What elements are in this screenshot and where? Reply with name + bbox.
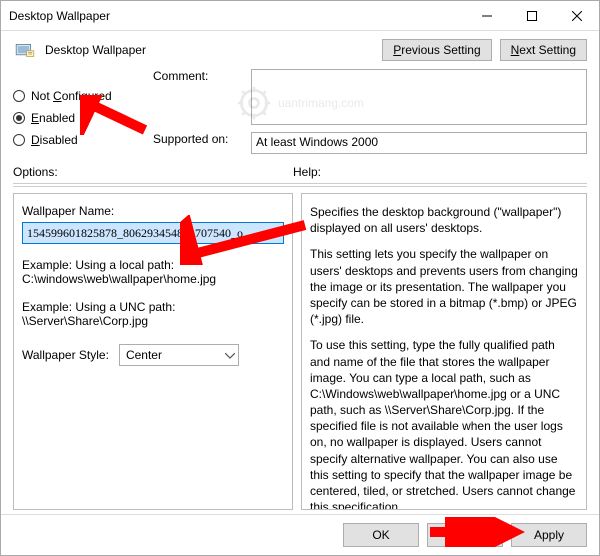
example-unc-path: \\Server\Share\Corp.jpg: [22, 314, 284, 328]
comment-label: Comment:: [153, 69, 243, 83]
minimize-button[interactable]: [464, 1, 509, 31]
example-local-path: C:\windows\web\wallpaper\home.jpg: [22, 272, 284, 286]
chevron-down-icon: [225, 348, 235, 362]
cancel-button[interactable]: Cancel: [427, 523, 503, 547]
options-panel: Wallpaper Name: Example: Using a local p…: [13, 193, 293, 510]
wallpaper-name-input[interactable]: [22, 222, 284, 244]
supported-on-text: At least Windows 2000: [251, 132, 587, 154]
help-text: To use this setting, type the fully qual…: [310, 337, 578, 510]
example-local-label: Example: Using a local path:: [22, 258, 284, 272]
wallpaper-style-label: Wallpaper Style:: [22, 348, 109, 362]
supported-on-label: Supported on:: [153, 132, 243, 146]
apply-button[interactable]: Apply: [511, 523, 587, 547]
help-panel: Specifies the desktop background ("wallp…: [301, 193, 587, 510]
radio-not-configured[interactable]: Not Configured: [13, 89, 143, 103]
wallpaper-style-select[interactable]: Center: [119, 344, 239, 366]
radio-icon-selected: [13, 112, 25, 124]
help-text: This setting lets you specify the wallpa…: [310, 246, 578, 327]
title-bar: Desktop Wallpaper: [1, 1, 599, 31]
window-title: Desktop Wallpaper: [9, 9, 464, 23]
next-setting-button[interactable]: Next Setting: [500, 39, 587, 61]
previous-setting-button[interactable]: Previous Setting: [382, 39, 491, 61]
help-text: Specifies the desktop background ("wallp…: [310, 204, 578, 236]
maximize-button[interactable]: [509, 1, 554, 31]
policy-title: Desktop Wallpaper: [45, 43, 374, 57]
radio-icon: [13, 134, 25, 146]
policy-icon: [13, 40, 37, 60]
radio-enabled[interactable]: Enabled: [13, 111, 143, 125]
close-button[interactable]: [554, 1, 599, 31]
help-heading: Help:: [293, 165, 321, 179]
wallpaper-name-label: Wallpaper Name:: [22, 204, 284, 218]
example-unc-label: Example: Using a UNC path:: [22, 300, 284, 314]
options-heading: Options:: [13, 165, 293, 179]
ok-button[interactable]: OK: [343, 523, 419, 547]
radio-disabled[interactable]: Disabled: [13, 133, 143, 147]
comment-textarea[interactable]: [251, 69, 587, 125]
radio-icon: [13, 90, 25, 102]
horizontal-splitter[interactable]: [13, 183, 587, 187]
